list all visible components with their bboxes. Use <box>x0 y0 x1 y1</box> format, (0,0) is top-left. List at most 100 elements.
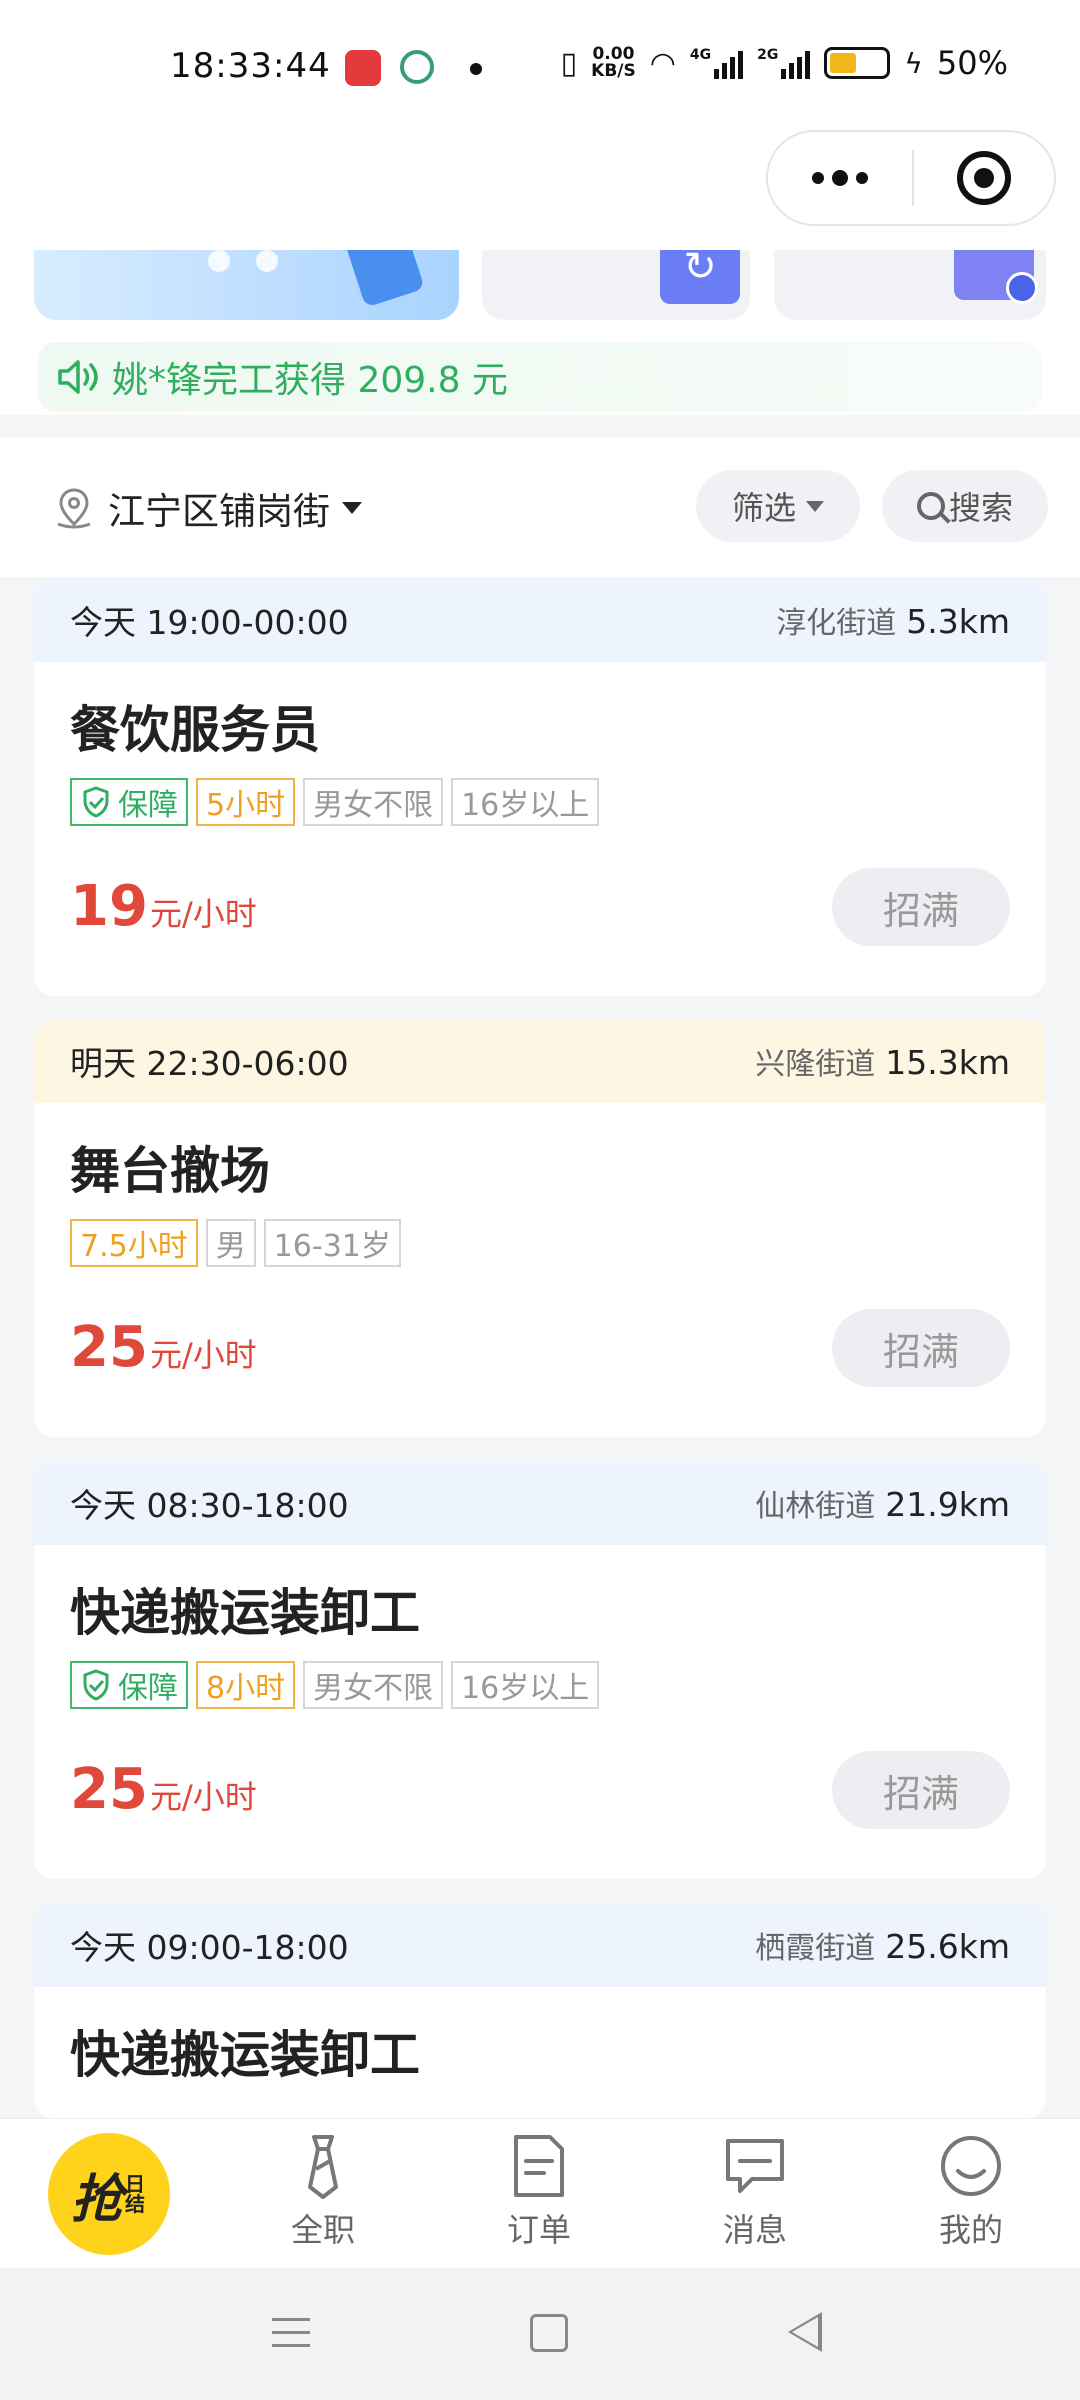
close-mini-program-button[interactable] <box>914 132 1054 224</box>
job-distance: 25.6km <box>885 1927 1010 1966</box>
battery-percent: 50% <box>936 44 1008 82</box>
recent-apps-button[interactable] <box>272 2318 310 2357</box>
job-card[interactable]: 今天 19:00-00:00 淳化街道 5.3km 餐饮服务员 保障 5小时 男女… <box>34 578 1046 996</box>
job-card[interactable]: 今天 08:30-18:00 仙林街道 21.9km 快递搬运装卸工 保障 8小时… <box>34 1461 1046 1879</box>
battery-icon <box>824 47 891 79</box>
home-button[interactable] <box>530 2314 568 2352</box>
back-button[interactable] <box>788 2312 822 2352</box>
more-options-button[interactable] <box>768 132 912 224</box>
job-card-header: 今天 08:30-18:00 仙林街道 21.9km <box>34 1461 1046 1545</box>
tie-icon <box>308 2135 338 2199</box>
tab-profile[interactable]: 我的 <box>906 2131 1036 2251</box>
search-label: 搜索 <box>948 489 1013 527</box>
shield-check-icon <box>83 1669 109 1701</box>
shield-check-icon <box>83 786 109 818</box>
bottom-tab-bar: 抢 日结 全职 订单 消息 我的 <box>0 2118 1080 2268</box>
job-price: 19 元/小时 <box>70 874 257 939</box>
job-location: 兴隆街道 15.3km <box>755 1039 1010 1083</box>
status-bar: 18:33:44 ▯ 0.00 KB/S ◠ 4G 2G ϟ 50% <box>0 0 1080 130</box>
age-tag: 16岁以上 <box>451 1661 600 1709</box>
shortcut-card-refresh[interactable]: ↻ <box>482 250 750 320</box>
job-price: 25 元/小时 <box>70 1757 257 1822</box>
filter-button[interactable]: 筛选 <box>696 470 860 542</box>
job-card-header: 明天 22:30-06:00 兴隆街道 15.3km <box>34 1019 1046 1103</box>
carousel-dot <box>208 250 230 272</box>
job-card-header: 今天 19:00-00:00 淳化街道 5.3km <box>34 578 1046 662</box>
net1-label: 4G <box>689 47 712 63</box>
tab-label: 订单 <box>506 2211 571 2249</box>
signal-4g-icon: 4G <box>689 47 744 79</box>
guarantee-tag: 保障 <box>70 1661 188 1709</box>
search-icon <box>916 492 945 520</box>
tab-messages[interactable]: 消息 <box>690 2131 820 2251</box>
speaker-icon <box>56 357 102 397</box>
location-selector[interactable]: 江宁区铺岗街 <box>52 481 362 535</box>
job-tags: 保障 8小时 男女不限 16岁以上 <box>70 1661 600 1709</box>
job-location: 仙林街道 21.9km <box>755 1481 1010 1525</box>
job-full-button[interactable]: 招满 <box>832 868 1010 946</box>
location-pin-icon <box>57 488 91 529</box>
shortcut-card-video[interactable] <box>774 250 1046 320</box>
location-filter-bar: 江宁区铺岗街 筛选 搜索 <box>0 437 1080 577</box>
tab-label: 消息 <box>722 2211 787 2249</box>
tab-orders[interactable]: 订单 <box>474 2131 604 2251</box>
job-title: 快递搬运装卸工 <box>70 1584 420 1642</box>
banner-area: ↻ 姚*锋完工获得 209.8 元 <box>0 250 1080 415</box>
promo-banner[interactable] <box>34 250 459 320</box>
job-location: 淳化街道 5.3km <box>776 598 1010 642</box>
price-unit: 元/小时 <box>149 1778 257 1816</box>
play-icon <box>1006 272 1038 304</box>
mini-program-header <box>0 130 1080 250</box>
job-time: 今天 08:30-18:00 <box>70 1486 349 1525</box>
target-icon <box>957 151 1011 205</box>
hours-tag: 8小时 <box>196 1661 296 1709</box>
system-navigation-bar <box>0 2268 1080 2400</box>
job-time: 明天 22:30-06:00 <box>70 1044 349 1083</box>
carousel-dot <box>256 250 278 272</box>
job-full-button[interactable]: 招满 <box>832 1309 1010 1387</box>
job-card[interactable]: 明天 22:30-06:00 兴隆街道 15.3km 舞台撤场 7.5小时 男 1… <box>34 1019 1046 1437</box>
age-tag: 16-31岁 <box>263 1219 401 1267</box>
job-full-button[interactable]: 招满 <box>832 1751 1010 1829</box>
net-speed-unit: KB/S <box>591 61 636 81</box>
job-distance: 21.9km <box>885 1485 1010 1524</box>
bank-app-icon <box>345 50 381 86</box>
job-area: 栖霞街道 <box>755 1931 876 1966</box>
job-time: 今天 09:00-18:00 <box>70 1928 349 1967</box>
chevron-down-icon <box>806 500 824 512</box>
tab-label: 我的 <box>938 2211 1003 2249</box>
wallet-app-icon <box>400 50 434 84</box>
job-tags: 保障 5小时 男女不限 16岁以上 <box>70 778 600 826</box>
net2-label: 2G <box>757 47 779 63</box>
document-icon <box>514 2135 564 2197</box>
job-location: 栖霞街道 25.6km <box>755 1923 1010 1967</box>
hours-tag: 7.5小时 <box>70 1219 198 1267</box>
job-time: 今天 19:00-00:00 <box>70 603 349 642</box>
notice-text: 姚*锋完工获得 209.8 元 <box>112 360 508 401</box>
wifi-icon: ◠ <box>649 45 676 81</box>
job-distance: 5.3km <box>906 602 1010 641</box>
job-price: 25 元/小时 <box>70 1315 257 1380</box>
price-value: 25 <box>70 1315 148 1380</box>
job-title: 舞台撤场 <box>70 1142 270 1200</box>
phone-illustration-icon <box>341 250 425 308</box>
grab-daily-tab[interactable]: 抢 日结 <box>48 2133 170 2255</box>
search-button[interactable]: 搜索 <box>882 470 1048 542</box>
guarantee-tag: 保障 <box>70 778 188 826</box>
guarantee-label: 保障 <box>118 788 178 823</box>
gender-tag: 男女不限 <box>303 778 444 826</box>
job-card[interactable]: 今天 09:00-18:00 栖霞街道 25.6km 快递搬运装卸工 <box>34 1903 1046 2118</box>
age-tag: 16岁以上 <box>451 778 600 826</box>
price-unit: 元/小时 <box>149 1336 257 1374</box>
smile-icon <box>941 2136 1001 2196</box>
earnings-notice: 姚*锋完工获得 209.8 元 <box>38 342 1042 412</box>
filter-label: 筛选 <box>731 489 796 527</box>
price-value: 25 <box>70 1757 148 1822</box>
tab-fulltime[interactable]: 全职 <box>258 2131 388 2251</box>
charging-icon: ϟ <box>904 46 923 80</box>
chevron-down-icon <box>342 502 362 514</box>
grab-main-label: 抢 <box>70 2169 123 2230</box>
job-title: 餐饮服务员 <box>70 701 320 759</box>
status-time: 18:33:44 <box>170 46 331 86</box>
hours-tag: 5小时 <box>196 778 296 826</box>
